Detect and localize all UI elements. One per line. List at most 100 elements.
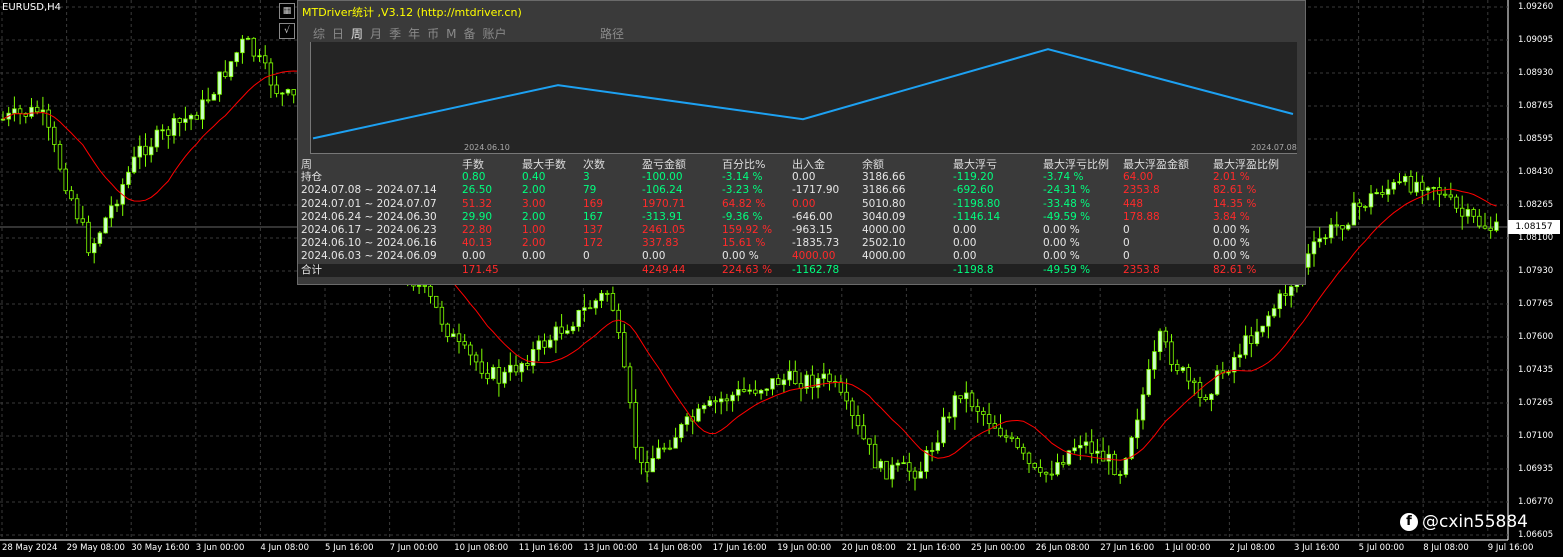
table-cell: 172 — [583, 237, 604, 250]
table-cell: 2.00 — [522, 237, 546, 250]
table-cell: -119.20 — [953, 171, 994, 184]
mini-start-date: 2024.06.10 — [464, 143, 510, 152]
price-label: 1.09260 — [1518, 2, 1554, 12]
table-cell: 0.00 — [953, 223, 977, 236]
table-cell: 3186.66 — [862, 184, 906, 197]
time-label: 19 Jun 00:00 — [777, 543, 832, 553]
facebook-icon: f — [1400, 513, 1418, 531]
time-label: 3 Jul 16:00 — [1294, 543, 1340, 553]
table-cell: 448 — [1123, 197, 1144, 210]
table-cell: 0.40 — [522, 171, 546, 184]
table-cell: 79 — [583, 184, 597, 197]
table-cell: 0.00 — [953, 237, 977, 250]
table-cell: 159.92 % — [722, 223, 773, 236]
table-cell: 0.00 % — [1213, 250, 1250, 263]
tab-2[interactable]: 周 — [351, 25, 363, 42]
table-cell: 14.35 % — [1213, 197, 1257, 210]
time-label: 8 Jul 08:00 — [1423, 543, 1469, 553]
price-label: 1.08265 — [1518, 200, 1554, 210]
tab-3[interactable]: 月 — [370, 25, 382, 42]
table-cell: 0.00 — [522, 250, 546, 263]
chart-toolbar: ▦ √ — [279, 3, 295, 43]
tab-9[interactable]: 账户 — [482, 25, 506, 42]
table-cell: 224.63 % — [722, 263, 773, 276]
table-cell: 2024.06.03 ~ 2024.06.09 — [301, 250, 437, 263]
table-cell: 0.00 % — [1043, 223, 1080, 236]
table-cell: 3.00 — [522, 197, 546, 210]
table-cell: 51.32 — [462, 197, 493, 210]
table-cell: 0.00 % — [1043, 250, 1080, 263]
panel-title: MTDriver统计 ,V3.12 (http://mtdriver.cn) — [302, 6, 522, 19]
table-cell: 2.01 % — [1213, 171, 1250, 184]
time-label: 7 Jun 00:00 — [389, 543, 439, 553]
table-cell: 64.00 — [1123, 171, 1154, 184]
table-cell: 2.00 — [522, 210, 546, 223]
price-label: 1.08765 — [1518, 101, 1554, 111]
table-row: 2024.06.17 ~ 2024.06.23 22.80 1.00 137 2461.… — [298, 224, 1305, 237]
table-cell: -692.60 — [953, 184, 994, 197]
table-cell: 0 — [583, 250, 590, 263]
tab-1[interactable]: 日 — [332, 25, 344, 42]
table-cell: -646.00 — [792, 210, 833, 223]
table-row: 2024.07.01 ~ 2024.07.07 51.32 3.00 169 1970.… — [298, 198, 1305, 211]
table-cell: 余额 — [862, 158, 884, 171]
table-cell: -106.24 — [642, 184, 683, 197]
equity-mini-chart: 2024.06.10 2024.07.08 — [310, 42, 1297, 154]
table-cell: 5010.80 — [862, 197, 906, 210]
table-cell: 29.90 — [462, 210, 493, 223]
stats-panel: MTDriver统计 ,V3.12 (http://mtdriver.cn) 综… — [297, 0, 1306, 285]
table-cell: 0 — [1123, 250, 1130, 263]
time-label: 3 Jun 00:00 — [195, 543, 245, 553]
table-cell: 171.45 — [462, 263, 499, 276]
time-label: 30 May 16:00 — [131, 543, 190, 553]
price-label: 1.06935 — [1518, 464, 1554, 474]
table-cell: 最大浮盈金额 — [1123, 158, 1189, 171]
symbol-label: EURUSD,H4 — [2, 2, 62, 13]
table-cell: 2024.06.17 ~ 2024.06.23 — [301, 223, 437, 236]
tab-5[interactable]: 年 — [408, 25, 420, 42]
table-cell: 最大手数 — [522, 158, 566, 171]
time-label: 29 May 08:00 — [66, 543, 125, 553]
time-label: 25 Jun 00:00 — [971, 543, 1025, 553]
price-label: 1.07100 — [1518, 431, 1554, 441]
checkmark-icon[interactable]: √ — [279, 23, 295, 39]
table-cell: 0.00 % — [722, 250, 759, 263]
table-cell: 3186.66 — [862, 171, 906, 184]
table-cell: 手数 — [462, 158, 484, 171]
table-cell: 4249.44 — [642, 263, 686, 276]
time-label: 14 Jun 08:00 — [648, 543, 702, 553]
table-cell: 出入金 — [792, 158, 825, 171]
table-cell: 2024.06.24 ~ 2024.06.30 — [301, 210, 437, 223]
calendar-icon[interactable]: ▦ — [279, 3, 295, 19]
table-cell: 0 — [1123, 237, 1130, 250]
tab-0[interactable]: 综 — [313, 25, 325, 42]
equity-line — [312, 48, 1294, 140]
table-cell: -1162.78 — [792, 263, 840, 276]
tab-7[interactable]: M — [446, 27, 456, 41]
tab-path[interactable]: 路径 — [600, 25, 624, 42]
table-cell: 次数 — [583, 158, 605, 171]
time-label: 1 Jul 00:00 — [1164, 543, 1211, 553]
time-label: 2 Jul 08:00 — [1229, 543, 1275, 553]
table-cell: 2353.8 — [1123, 263, 1160, 276]
table-cell: 最大浮亏 — [953, 158, 997, 171]
table-cell: 百分比% — [722, 158, 766, 171]
price-label: 1.07265 — [1518, 398, 1554, 408]
time-label: 10 Jun 08:00 — [454, 543, 509, 553]
time-label: 11 Jun 16:00 — [518, 543, 573, 553]
table-cell: 持仓 — [301, 171, 322, 184]
table-cell: 2.00 — [522, 184, 546, 197]
price-label: 1.08100 — [1518, 233, 1554, 243]
time-label: 21 Jun 16:00 — [906, 543, 961, 553]
table-cell: 137 — [583, 223, 604, 236]
table-cell: 4000.00 — [792, 250, 836, 263]
table-cell: 22.80 — [462, 223, 493, 236]
tab-6[interactable]: 币 — [427, 25, 439, 42]
table-cell: 82.61 % — [1213, 263, 1257, 276]
table-cell: 2024.06.10 ~ 2024.06.16 — [301, 237, 437, 250]
watermark: f @cxin55884 — [1400, 512, 1528, 532]
tab-8[interactable]: 备 — [463, 25, 475, 42]
tab-4[interactable]: 季 — [389, 25, 401, 42]
table-cell: 0.00 % — [1043, 237, 1080, 250]
table-cell: 40.13 — [462, 237, 493, 250]
